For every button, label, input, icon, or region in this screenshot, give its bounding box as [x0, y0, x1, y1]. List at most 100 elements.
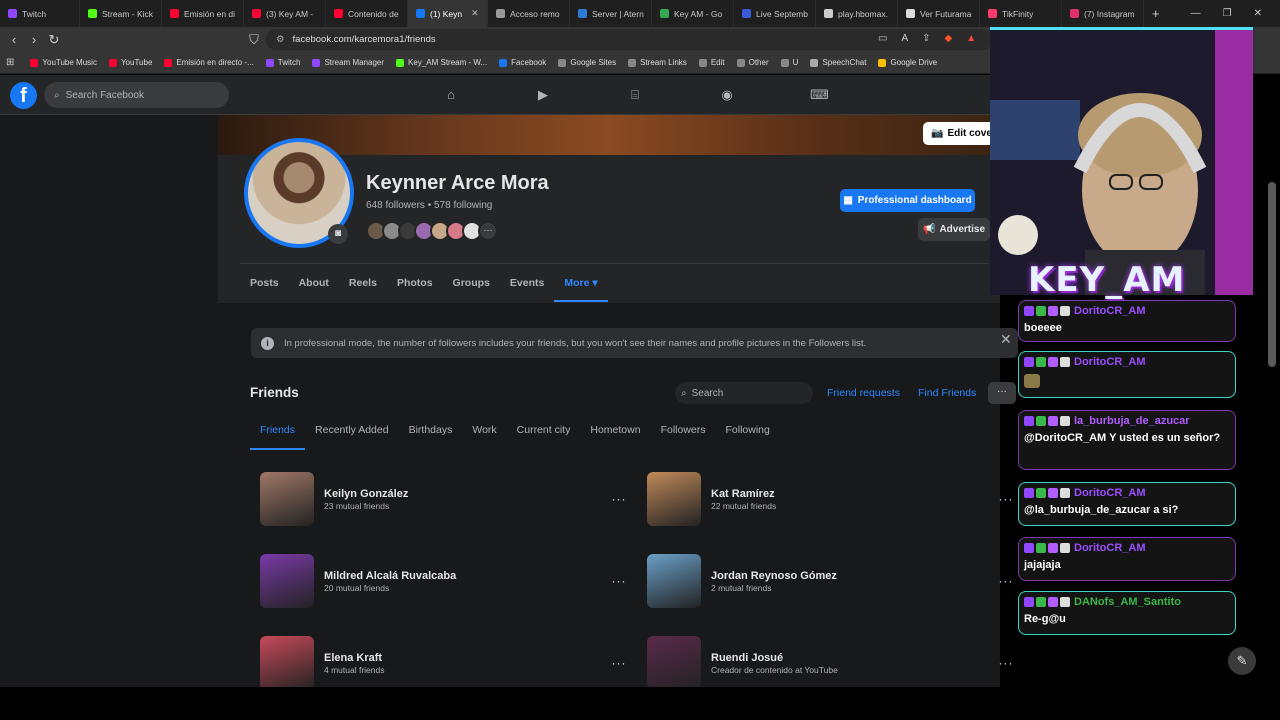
- friends-tab[interactable]: Hometown: [580, 418, 650, 450]
- brave-shield-icon[interactable]: ◆: [945, 33, 953, 44]
- site-info-icon[interactable]: ⚙: [276, 34, 285, 45]
- bookmark-item[interactable]: Stream Links: [622, 58, 693, 67]
- close-icon[interactable]: ✕: [1254, 8, 1262, 19]
- new-tab-icon[interactable]: +: [1144, 6, 1168, 21]
- edit-icon[interactable]: ✎: [1228, 647, 1256, 675]
- facebook-logo[interactable]: f: [10, 82, 37, 109]
- friends-tab[interactable]: Birthdays: [399, 418, 463, 450]
- facebook-search[interactable]: ⌕ Search Facebook: [44, 82, 229, 108]
- bookmark-item[interactable]: Emisión en directo -...: [158, 58, 259, 67]
- bookmark-item[interactable]: YouTube: [103, 58, 158, 67]
- friends-tab[interactable]: Current city: [507, 418, 581, 450]
- friends-tab[interactable]: Followers: [651, 418, 716, 450]
- friend-photo[interactable]: [647, 636, 701, 690]
- browser-tab[interactable]: Contenido de: [326, 0, 408, 27]
- browser-tab[interactable]: (7) Instagram: [1062, 0, 1144, 27]
- more-options-icon[interactable]: ···: [608, 574, 630, 588]
- find-friends-link[interactable]: Find Friends: [918, 387, 976, 399]
- bookmark-item[interactable]: SpeechChat: [804, 58, 872, 67]
- browser-tab[interactable]: Emisión en di: [162, 0, 244, 27]
- browser-tab[interactable]: (1) Keyn ✕: [408, 0, 488, 27]
- bookmark-item[interactable]: Facebook: [493, 58, 552, 67]
- advertise-button[interactable]: 📢 Advertise: [918, 218, 990, 241]
- bookmark-item[interactable]: Stream Manager: [306, 58, 390, 67]
- profile-tab[interactable]: Groups: [443, 270, 500, 302]
- friend-name[interactable]: Mildred Alcalá Ruvalcaba: [324, 570, 608, 582]
- maximize-icon[interactable]: ❐: [1223, 8, 1232, 19]
- friends-search-input[interactable]: ⌕ Search: [675, 382, 813, 404]
- more-friends-icon[interactable]: ···: [478, 221, 498, 241]
- forward-icon[interactable]: ›: [24, 32, 44, 47]
- more-options-icon[interactable]: ···: [995, 656, 1017, 670]
- friends-tab[interactable]: Recently Added: [305, 418, 399, 450]
- friend-name[interactable]: Ruendi Josué: [711, 652, 995, 664]
- profile-tab[interactable]: Posts: [240, 270, 289, 302]
- friend-photo[interactable]: [260, 472, 314, 526]
- bookmark-item[interactable]: U: [775, 58, 805, 67]
- friend-card[interactable]: Ruendi Josué Creador de contenido at YouT…: [647, 635, 1017, 691]
- browser-tab[interactable]: TikFinity: [980, 0, 1062, 27]
- friend-card[interactable]: Mildred Alcalá Ruvalcaba 20 mutual friend…: [260, 553, 630, 609]
- more-options-icon[interactable]: ···: [608, 656, 630, 670]
- more-options-icon[interactable]: ···: [988, 382, 1016, 404]
- profile-follow-counts[interactable]: 648 followers • 578 following: [366, 200, 492, 211]
- chat-username[interactable]: DoritoCR_AM: [1074, 542, 1146, 554]
- edit-cover-button[interactable]: 📷 Edit cover: [923, 122, 998, 145]
- friend-name[interactable]: Jordan Reynoso Gómez: [711, 570, 995, 582]
- browser-tab[interactable]: Acceso remo: [488, 0, 570, 27]
- profile-tab[interactable]: Events: [500, 270, 554, 302]
- friend-name[interactable]: Keilyn González: [324, 488, 608, 500]
- friends-tab[interactable]: Work: [462, 418, 506, 450]
- more-options-icon[interactable]: ···: [995, 574, 1017, 588]
- groups-icon[interactable]: ◉: [718, 86, 736, 104]
- brave-rewards-icon[interactable]: ▲: [966, 33, 976, 44]
- share-icon[interactable]: ⇪: [922, 33, 930, 44]
- friend-card[interactable]: Kat Ramírez 22 mutual friends ···: [647, 471, 1017, 527]
- back-icon[interactable]: ‹: [4, 32, 24, 47]
- friend-name[interactable]: Kat Ramírez: [711, 488, 995, 500]
- friend-photo[interactable]: [647, 472, 701, 526]
- apps-icon[interactable]: ⊞: [6, 57, 14, 68]
- browser-tab[interactable]: play.hbomax.: [816, 0, 898, 27]
- marketplace-icon[interactable]: ⌸: [626, 86, 644, 104]
- bookmark-item[interactable]: Edit: [693, 58, 731, 67]
- friend-card[interactable]: Keilyn González 23 mutual friends ···: [260, 471, 630, 527]
- close-icon[interactable]: ✕: [1000, 331, 1012, 348]
- chat-username[interactable]: DANofs_AM_Santito: [1074, 596, 1181, 608]
- profile-tab[interactable]: Photos: [387, 270, 443, 302]
- friend-photo[interactable]: [260, 636, 314, 690]
- bookmark-item[interactable]: YouTube Music: [24, 58, 103, 67]
- bookmark-item[interactable]: Key_AM Stream - W...: [390, 58, 493, 67]
- translate-icon[interactable]: A: [901, 33, 908, 44]
- professional-dashboard-button[interactable]: ▦ Professional dashboard: [840, 189, 975, 212]
- friend-name[interactable]: Elena Kraft: [324, 652, 608, 664]
- browser-tab[interactable]: Server | Atern: [570, 0, 652, 27]
- bookmark-item[interactable]: Google Drive: [872, 58, 943, 67]
- browser-tab[interactable]: (3) Key AM -: [244, 0, 326, 27]
- home-icon[interactable]: ⌂: [442, 86, 460, 104]
- friends-tab[interactable]: Following: [716, 418, 780, 450]
- chat-username[interactable]: la_burbuja_de_azucar: [1074, 415, 1190, 427]
- friend-card[interactable]: Elena Kraft 4 mutual friends ···: [260, 635, 630, 691]
- browser-tab[interactable]: Stream - Kick: [80, 0, 162, 27]
- bookmark-item[interactable]: Other: [731, 58, 775, 67]
- friends-tab[interactable]: Friends: [250, 418, 306, 450]
- camera-icon[interactable]: ◙: [328, 224, 348, 244]
- friend-requests-link[interactable]: Friend requests: [827, 387, 900, 399]
- chat-username[interactable]: DoritoCR_AM: [1074, 356, 1146, 368]
- more-options-icon[interactable]: ···: [995, 492, 1017, 506]
- reload-icon[interactable]: ↻: [44, 32, 64, 48]
- browser-tab[interactable]: Key AM - Go: [652, 0, 734, 27]
- bookmark-item[interactable]: Twitch: [260, 58, 307, 67]
- bookmark-item[interactable]: Google Sites: [552, 58, 622, 67]
- browser-tab[interactable]: Twitch: [0, 0, 80, 27]
- chat-username[interactable]: DoritoCR_AM: [1074, 487, 1146, 499]
- page-scrollbar[interactable]: [1268, 182, 1276, 367]
- friend-card[interactable]: Jordan Reynoso Gómez 2 mutual friends ···: [647, 553, 1017, 609]
- gaming-icon[interactable]: ⌨: [810, 86, 829, 104]
- minimize-icon[interactable]: —: [1191, 8, 1201, 19]
- profile-tab[interactable]: Reels: [339, 270, 387, 302]
- profile-tab[interactable]: More ▾: [554, 270, 608, 302]
- profile-tab[interactable]: About: [289, 270, 339, 302]
- video-icon[interactable]: ▶: [534, 86, 552, 104]
